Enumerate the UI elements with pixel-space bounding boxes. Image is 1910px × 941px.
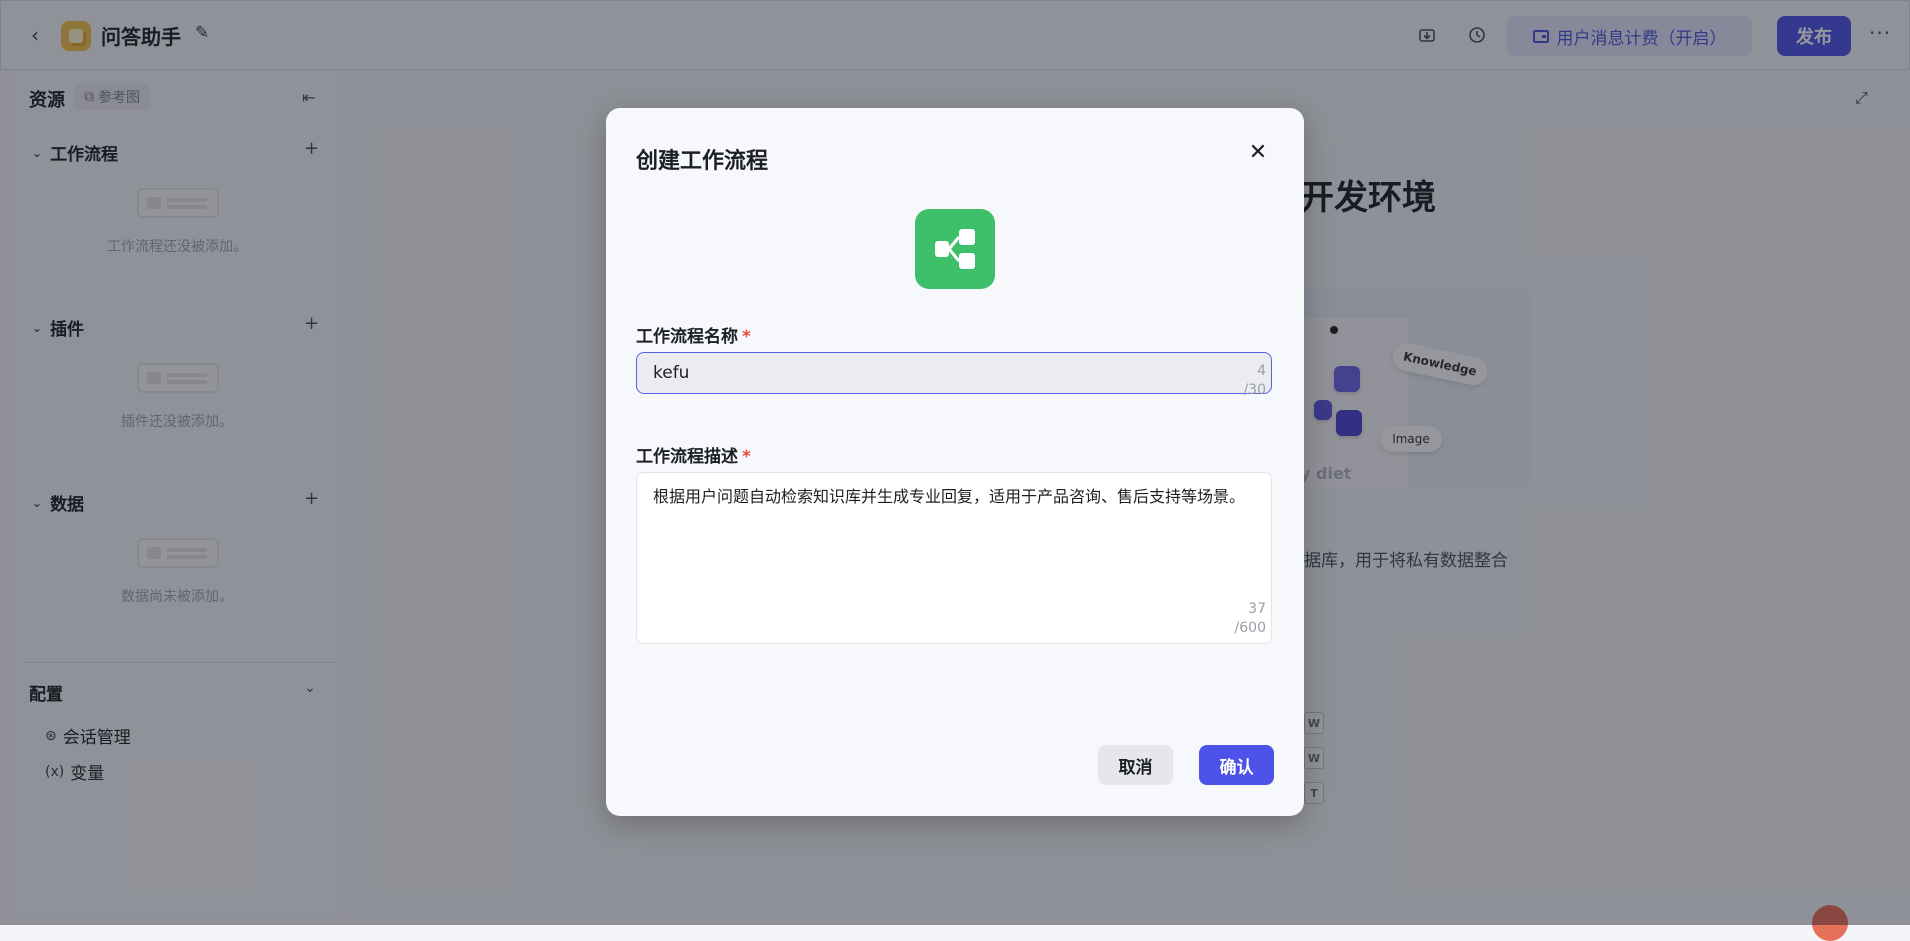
confirm-button[interactable]: 确认 (1199, 745, 1274, 785)
workflow-description-textarea[interactable]: 根据用户问题自动检索知识库并生成专业回复，适用于产品咨询、售后支持等场景。 (636, 472, 1272, 644)
desc-label: 工作流程描述 * (636, 442, 751, 467)
name-counter: 4 /30 (1226, 362, 1266, 400)
workflow-name-value: kefu (653, 363, 690, 383)
desc-max: /600 (1234, 620, 1266, 636)
cancel-button[interactable]: 取消 (1098, 745, 1173, 785)
name-label-text: 工作流程名称 (636, 327, 738, 347)
name-max: /30 (1243, 382, 1266, 398)
name-label: 工作流程名称 * (636, 322, 751, 347)
required-mark: * (742, 447, 751, 467)
desc-count: 37 (1248, 601, 1266, 617)
required-mark: * (742, 327, 751, 347)
dialog-title: 创建工作流程 (636, 149, 769, 174)
name-count: 4 (1257, 363, 1266, 379)
create-workflow-dialog: 创建工作流程 ✕ 工作流程名称 * kefu 4 /30 工作流程描述 * 根据用户… (606, 108, 1304, 816)
desc-label-text: 工作流程描述 (636, 447, 738, 467)
workflow-name-input[interactable]: kefu (636, 352, 1272, 394)
workflow-description-value: 根据用户问题自动检索知识库并生成专业回复，适用于产品咨询、售后支持等场景。 (653, 487, 1246, 506)
close-icon[interactable]: ✕ (1246, 140, 1270, 165)
workflow-icon[interactable] (915, 209, 995, 289)
desc-counter: 37 /600 (1216, 600, 1266, 638)
